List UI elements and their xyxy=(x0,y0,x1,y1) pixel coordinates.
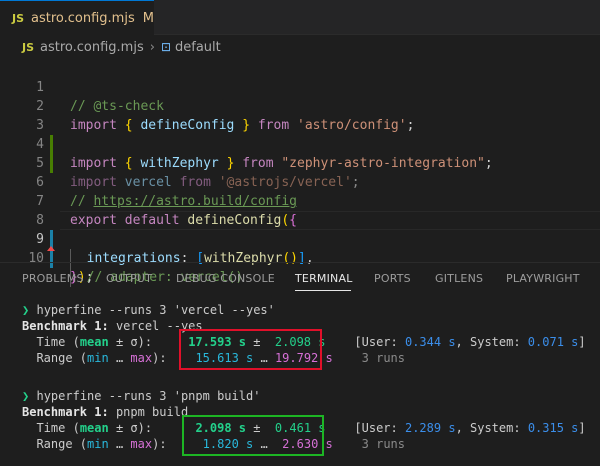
highlight-box-green xyxy=(182,415,324,456)
terminal-output[interactable]: ❯ hyperfine --runs 3 'vercel --yes' Benc… xyxy=(0,298,600,466)
javascript-file-icon: JS xyxy=(22,40,35,54)
max-label: max xyxy=(130,351,153,365)
user-value: 0.344 s xyxy=(404,335,456,349)
range-label: Range ( xyxy=(36,437,88,451)
command-text: hyperfine --runs 3 'vercel --yes' xyxy=(36,303,275,317)
code-line: 5 xyxy=(0,135,600,171)
code-line: 9 // adapter: vercel() xyxy=(0,211,600,287)
code-line: 10 }); xyxy=(0,230,600,285)
user-value: 2.289 s xyxy=(404,421,456,435)
code-line: 8 integrations: [withZephyr()], xyxy=(0,192,600,268)
code-line: 1 // @ts-check xyxy=(0,59,600,114)
bracket: ] xyxy=(578,421,586,435)
benchmark-header: Benchmark 1: vercel --yes xyxy=(22,318,203,334)
user-label: [User: xyxy=(354,335,405,349)
code-line: 2 import { defineConfig } from 'astro/co… xyxy=(0,78,600,133)
time-label: Time ( xyxy=(36,335,80,349)
breadcrumb-file[interactable]: astro.config.mjs xyxy=(40,40,144,55)
sigma-label: ± σ): xyxy=(108,421,153,435)
runs-count: 3 runs xyxy=(361,437,406,451)
benchmark-name: pnpm build xyxy=(115,405,189,419)
tab-astro-config[interactable]: JS astro.config.mjs M xyxy=(0,0,154,35)
max-label: max xyxy=(130,437,153,451)
active-tab-indicator xyxy=(295,290,351,291)
benchmark-label: Benchmark 1: xyxy=(22,319,109,333)
benchmark-label: Benchmark 1: xyxy=(22,405,109,419)
runs-count: 3 runs xyxy=(361,351,405,365)
time-label: Time ( xyxy=(36,421,80,435)
system-label: , System: xyxy=(455,421,528,435)
javascript-file-icon: JS xyxy=(12,11,25,25)
sigma-label: ± σ): xyxy=(108,335,153,349)
tab-terminal[interactable]: TERMINAL xyxy=(295,272,353,285)
tab-playwright[interactable]: PLAYWRIGHT xyxy=(506,272,580,285)
system-value: 0.315 s xyxy=(527,421,579,435)
mean-label: mean xyxy=(79,421,109,435)
min-label: min xyxy=(87,351,109,365)
tab-output[interactable]: OUTPUT xyxy=(106,272,152,285)
range-close: ): xyxy=(152,437,167,451)
prompt-icon: ❯ xyxy=(22,389,30,403)
code-line: 7 export default defineConfig({ xyxy=(0,173,600,228)
modified-indicator: M xyxy=(142,10,154,26)
range-close: ): xyxy=(152,351,167,365)
variable-symbol-icon: ⊡ xyxy=(160,40,171,54)
ellipsis: … xyxy=(108,351,131,365)
breadcrumb-symbol[interactable]: default xyxy=(175,40,221,55)
tab-label: astro.config.mjs xyxy=(31,10,135,26)
terminal-command-line: ❯ hyperfine --runs 3 'vercel --yes' xyxy=(22,302,275,318)
code-editor[interactable]: 1 // @ts-check 2 import { defineConfig }… xyxy=(0,59,600,287)
gutter-deleted-marker[interactable] xyxy=(47,246,55,251)
tab-problems[interactable]: PROBLEMS xyxy=(22,272,84,285)
tab-debug-console[interactable]: DEBUG CONSOLE xyxy=(176,272,275,285)
code-line: 3 import { withZephyr } from "zephyr-ast… xyxy=(0,97,600,171)
tab-ports[interactable]: PORTS xyxy=(374,272,411,285)
ellipsis: … xyxy=(108,437,131,451)
tab-gitlens[interactable]: GITLENS xyxy=(435,272,483,285)
chevron-right-icon: › xyxy=(149,39,155,55)
benchmark-header: Benchmark 1: pnpm build xyxy=(22,404,188,420)
user-label: [User: xyxy=(354,421,405,435)
breadcrumb: JS astro.config.mjs › ⊡ default xyxy=(0,35,600,59)
terminal-command-line: ❯ hyperfine --runs 3 'pnpm build' xyxy=(22,388,260,404)
bracket: ] xyxy=(578,335,586,349)
range-label: Range ( xyxy=(36,351,88,365)
code-line: 4 import vercel from '@astrojs/vercel'; xyxy=(0,116,600,190)
min-label: min xyxy=(87,437,109,451)
editor-tab-bar: JS astro.config.mjs M xyxy=(0,0,600,35)
code-line: 6 // https://astro.build/config xyxy=(0,154,600,209)
mean-label: mean xyxy=(79,335,109,349)
prompt-icon: ❯ xyxy=(22,303,30,317)
panel-tab-bar: PROBLEMS OUTPUT DEBUG CONSOLE TERMINAL P… xyxy=(0,262,600,292)
system-value: 0.071 s xyxy=(527,335,579,349)
command-text: hyperfine --runs 3 'pnpm build' xyxy=(36,389,261,403)
system-label: , System: xyxy=(455,335,528,349)
highlight-box-red xyxy=(179,329,322,370)
